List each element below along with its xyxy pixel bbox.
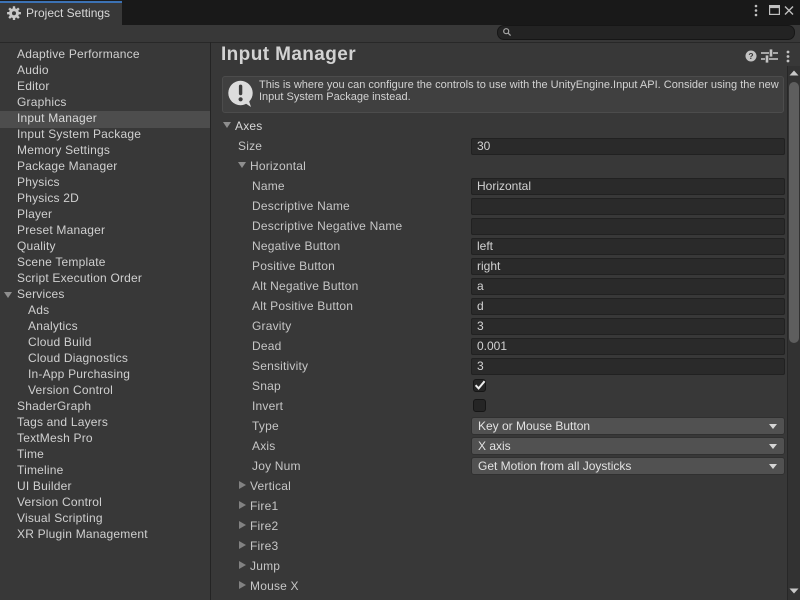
svg-text:?: ? xyxy=(748,51,753,61)
